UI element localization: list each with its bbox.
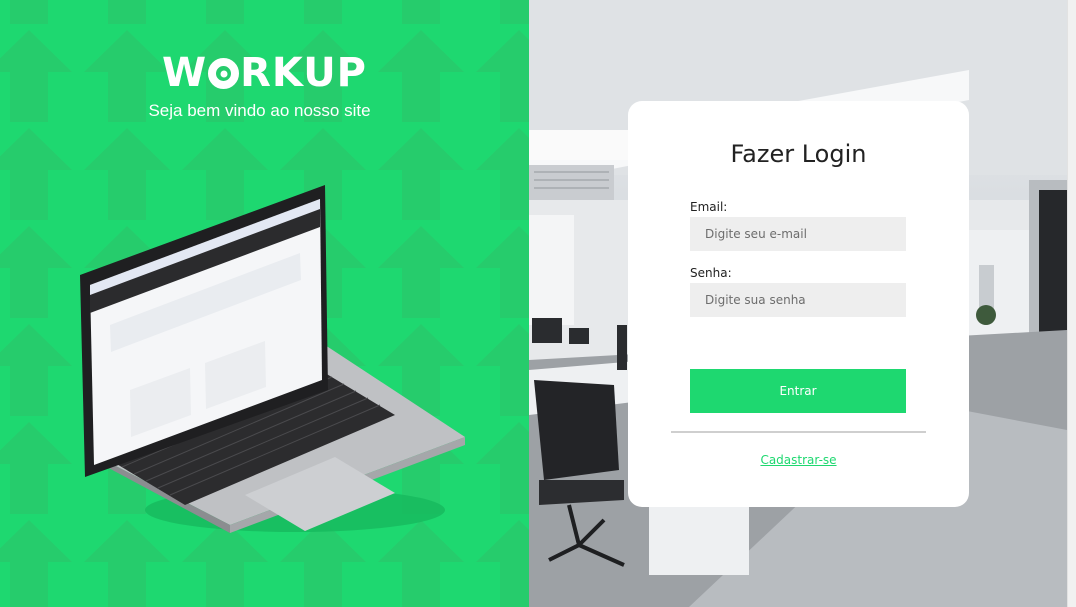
laptop-illustration <box>80 185 465 533</box>
password-input[interactable] <box>690 283 906 317</box>
hero-panel: W RKUP Seja bem vindo ao nosso site <box>0 0 529 607</box>
email-label: Email: <box>690 200 728 214</box>
login-submit-button[interactable]: Entrar <box>690 369 906 413</box>
register-link[interactable]: Cadastrar-se <box>628 453 969 467</box>
login-title: Fazer Login <box>730 140 867 168</box>
email-input[interactable] <box>690 217 906 251</box>
page-scrollbar[interactable] <box>1067 0 1076 607</box>
login-card: Fazer Login Email: Senha: Entrar Cadastr… <box>628 101 969 507</box>
brand-logo: W RKUP <box>0 50 529 96</box>
password-label: Senha: <box>690 266 732 280</box>
brand-logo-part1: W <box>161 50 208 96</box>
brand-logo-part2: RKUP <box>240 50 367 96</box>
tagline: Seja bem vindo ao nosso site <box>148 101 371 120</box>
card-divider <box>671 431 926 433</box>
logo-target-icon <box>208 58 240 89</box>
